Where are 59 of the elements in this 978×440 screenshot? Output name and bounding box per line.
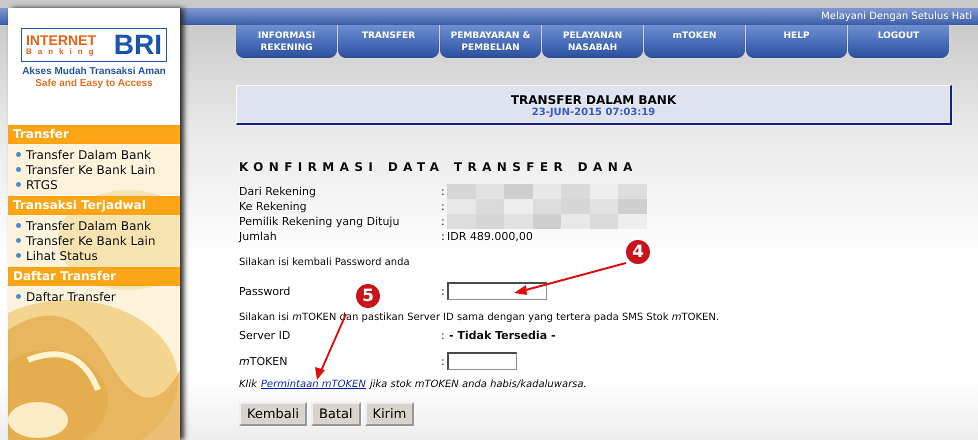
field-value: - Tidak Tersedia - (449, 329, 556, 342)
step-badge: 5 (356, 284, 380, 308)
nav-tab[interactable]: PELAYANAN NASABAH (542, 25, 643, 58)
field-value: IDR 489.000,00 (447, 230, 533, 243)
mtoken-field[interactable] (447, 352, 517, 370)
step-badge: 4 (626, 240, 650, 264)
colon: : (441, 215, 446, 228)
colon: : (441, 329, 446, 342)
form-button[interactable]: Batal (310, 402, 361, 426)
note-text: jika stok mTOKEN anda habis/kadaluwarsa. (370, 379, 587, 390)
menu-link[interactable]: Lihat Status (26, 248, 98, 262)
field-label: Jumlah (239, 230, 277, 243)
menu-link[interactable]: Transfer Ke Bank Lain (26, 234, 156, 248)
field-label: Dari Rekening (239, 185, 316, 198)
field-label: Pemilik Rekening yang Dituju (239, 215, 400, 228)
colon: : (441, 284, 446, 298)
field-label: Server ID (239, 329, 290, 342)
bullet-icon (16, 182, 21, 187)
colon: : (441, 200, 446, 213)
field-label: Ke Rekening (239, 200, 307, 213)
password-field[interactable] (447, 282, 547, 300)
page-title: TRANSFER DALAM BANK (510, 93, 676, 107)
menu-link[interactable]: Transfer Dalam Bank (26, 148, 151, 162)
tagline: Melayani Dengan Setulus Hati (821, 11, 972, 22)
nav-tab[interactable]: TRANSFER (338, 25, 439, 58)
menu-section-header: Transfer (8, 125, 180, 144)
menu-section-header: Daftar Transfer (8, 267, 180, 286)
instruction-text: Silakan isi kembali Password anda (239, 256, 411, 270)
colon: : (441, 230, 446, 243)
arrow-icon (512, 261, 628, 297)
note-text: Klik (239, 379, 257, 390)
menu-section-header: Transaksi Terjadwal (8, 196, 180, 215)
form-button[interactable]: Kembali (239, 402, 307, 426)
nav-tab[interactable]: mTOKEN (644, 25, 745, 58)
menu-link[interactable]: RTGS (26, 178, 58, 192)
bullet-icon (16, 238, 21, 243)
nav-tab[interactable]: HELP (746, 25, 847, 58)
menu-link[interactable]: Transfer Ke Bank Lain (26, 162, 156, 176)
menu-link[interactable]: Transfer Dalam Bank (26, 218, 151, 232)
bullet-icon (16, 253, 21, 258)
menu-link[interactable]: Daftar Transfer (26, 290, 116, 304)
bullet-icon (16, 152, 21, 157)
bullet-icon (16, 223, 21, 228)
bullet-icon (16, 167, 21, 172)
slogan: Safe and Easy to Access (35, 78, 153, 89)
colon: : (441, 354, 446, 368)
field-label: Password (239, 284, 290, 298)
nav-tab[interactable]: LOGOUT (848, 25, 949, 58)
form-button[interactable]: Kirim (364, 402, 414, 426)
nav-tab[interactable]: PEMBAYARAN & PEMBELIAN (440, 25, 541, 58)
request-link[interactable]: Permintaan mTOKEN (260, 379, 366, 390)
field-label: mTOKEN (239, 354, 288, 368)
section-heading: KONFIRMASI DATA TRANSFER DANA (239, 160, 639, 174)
bullet-icon (16, 294, 21, 299)
datetime: 23-JUN-2015 07:03:19 (532, 107, 656, 119)
colon: : (441, 185, 446, 198)
slogan: Akses Mudah Transaksi Aman (22, 66, 166, 77)
nav-tab[interactable]: INFORMASI REKENING (236, 25, 337, 58)
logo: INTERNET Banking BRI (21, 28, 167, 62)
